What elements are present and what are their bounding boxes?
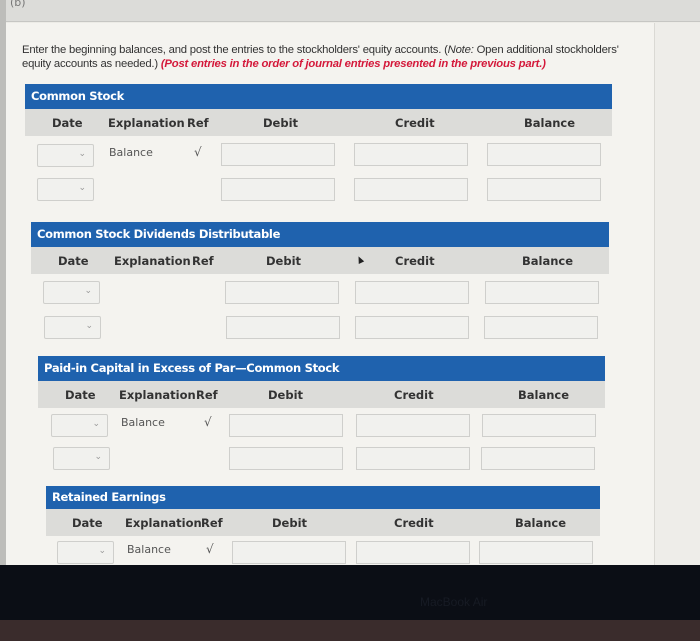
date-select[interactable]: ⌄	[43, 281, 100, 304]
credit-input[interactable]	[356, 447, 470, 470]
debit-input[interactable]	[232, 541, 346, 564]
column-header-row: Date Explanation Ref Debit Credit Balanc…	[46, 509, 600, 536]
column-debit: Debit	[263, 116, 299, 130]
column-balance: Balance	[518, 388, 570, 402]
chevron-down-icon: ⌄	[78, 149, 86, 159]
debit-input[interactable]	[221, 178, 335, 201]
ledger-paid-in-capital: Paid-in Capital in Excess of Par—Common …	[38, 356, 605, 478]
ref-check: √	[206, 542, 214, 556]
column-balance: Balance	[524, 116, 576, 130]
column-debit: Debit	[266, 254, 302, 268]
date-select[interactable]: ⌄	[51, 414, 108, 437]
column-header-row: Date Explanation Ref Debit Credit Balanc…	[31, 247, 609, 274]
date-select[interactable]: ⌄	[53, 447, 110, 470]
column-debit: Debit	[268, 388, 304, 402]
instructions-red-note: (Post entries in the order of journal en…	[160, 58, 546, 70]
instructions-main: Enter the beginning balances, and post t…	[22, 44, 448, 56]
explanation-text: Balance	[127, 543, 171, 556]
top-bar: (b)	[0, 0, 700, 22]
column-ref: Ref	[187, 116, 209, 130]
ledger-row: ⌄	[31, 312, 609, 346]
balance-input[interactable]	[487, 143, 601, 166]
chevron-down-icon: ⌄	[98, 546, 106, 556]
balance-input[interactable]	[482, 414, 596, 437]
chevron-down-icon: ⌄	[84, 286, 92, 296]
ledger-title: Paid-in Capital in Excess of Par—Common …	[38, 356, 605, 381]
column-header-row: Date Explanation Ref Debit Credit Balanc…	[38, 381, 605, 408]
date-select[interactable]: ⌄	[37, 144, 94, 167]
instructions-note-label: Note:	[447, 44, 474, 56]
explanation-text: Balance	[121, 416, 165, 429]
ref-check: √	[194, 145, 202, 159]
ledger-row: ⌄	[31, 278, 609, 312]
column-date: Date	[58, 254, 89, 268]
column-header-row: Date Explanation Ref Debit Credit Balanc…	[25, 109, 612, 136]
laptop-bezel	[0, 565, 700, 620]
debit-input[interactable]	[229, 447, 343, 470]
credit-input[interactable]	[355, 281, 469, 304]
balance-input[interactable]	[479, 541, 593, 564]
column-ref: Ref	[192, 254, 214, 268]
balance-input[interactable]	[484, 316, 598, 339]
chevron-down-icon: ⌄	[94, 452, 102, 462]
column-debit: Debit	[272, 516, 308, 530]
column-explanation: Explanation	[119, 388, 196, 402]
column-explanation: Explanation	[114, 254, 191, 268]
ledger-row: ⌄	[25, 174, 612, 208]
credit-input[interactable]	[356, 414, 470, 437]
column-credit: Credit	[395, 254, 435, 268]
explanation-text: Balance	[109, 146, 153, 159]
desk-surface	[0, 620, 700, 641]
credit-input[interactable]	[354, 178, 468, 201]
column-credit: Credit	[394, 516, 434, 530]
column-balance: Balance	[522, 254, 574, 268]
column-credit: Credit	[395, 116, 435, 130]
debit-input[interactable]	[225, 281, 339, 304]
column-explanation: Explanation	[108, 116, 185, 130]
ledger-title: Common Stock	[25, 84, 612, 109]
debit-input[interactable]	[226, 316, 340, 339]
credit-input[interactable]	[355, 316, 469, 339]
debit-input[interactable]	[221, 143, 335, 166]
ledger-common-stock: Common Stock Date Explanation Ref Debit …	[25, 84, 612, 208]
column-explanation: Explanation	[125, 516, 202, 530]
ledger-title: Common Stock Dividends Distributable	[31, 222, 609, 247]
credit-input[interactable]	[356, 541, 470, 564]
debit-input[interactable]	[229, 414, 343, 437]
column-date: Date	[65, 388, 96, 402]
column-date: Date	[52, 116, 83, 130]
chevron-down-icon: ⌄	[92, 419, 100, 429]
column-date: Date	[72, 516, 103, 530]
chevron-down-icon: ⌄	[85, 321, 93, 331]
balance-input[interactable]	[481, 447, 595, 470]
ledger-common-stock-dividends-distributable: Common Stock Dividends Distributable Dat…	[31, 222, 609, 346]
ledger-row: ⌄ Balance √	[38, 410, 605, 444]
instructions: Enter the beginning balances, and post t…	[22, 43, 632, 71]
column-balance: Balance	[515, 516, 567, 530]
column-ref: Ref	[196, 388, 218, 402]
date-select[interactable]: ⌄	[57, 541, 114, 564]
chevron-down-icon: ⌄	[78, 183, 86, 193]
ledger-row: ⌄ Balance √	[25, 140, 612, 174]
right-gutter	[654, 23, 700, 570]
ref-check: √	[204, 415, 212, 429]
ledger-retained-earnings: Retained Earnings Date Explanation Ref D…	[46, 486, 600, 571]
bezel-label: MacBook Air	[420, 595, 488, 609]
balance-input[interactable]	[485, 281, 599, 304]
date-select[interactable]: ⌄	[44, 316, 101, 339]
ledger-title: Retained Earnings	[46, 486, 600, 509]
balance-input[interactable]	[487, 178, 601, 201]
ledger-row: ⌄	[38, 444, 605, 478]
credit-input[interactable]	[354, 143, 468, 166]
column-credit: Credit	[394, 388, 434, 402]
column-ref: Ref	[201, 516, 223, 530]
date-select[interactable]: ⌄	[37, 178, 94, 201]
part-label: (b)	[10, 0, 26, 9]
